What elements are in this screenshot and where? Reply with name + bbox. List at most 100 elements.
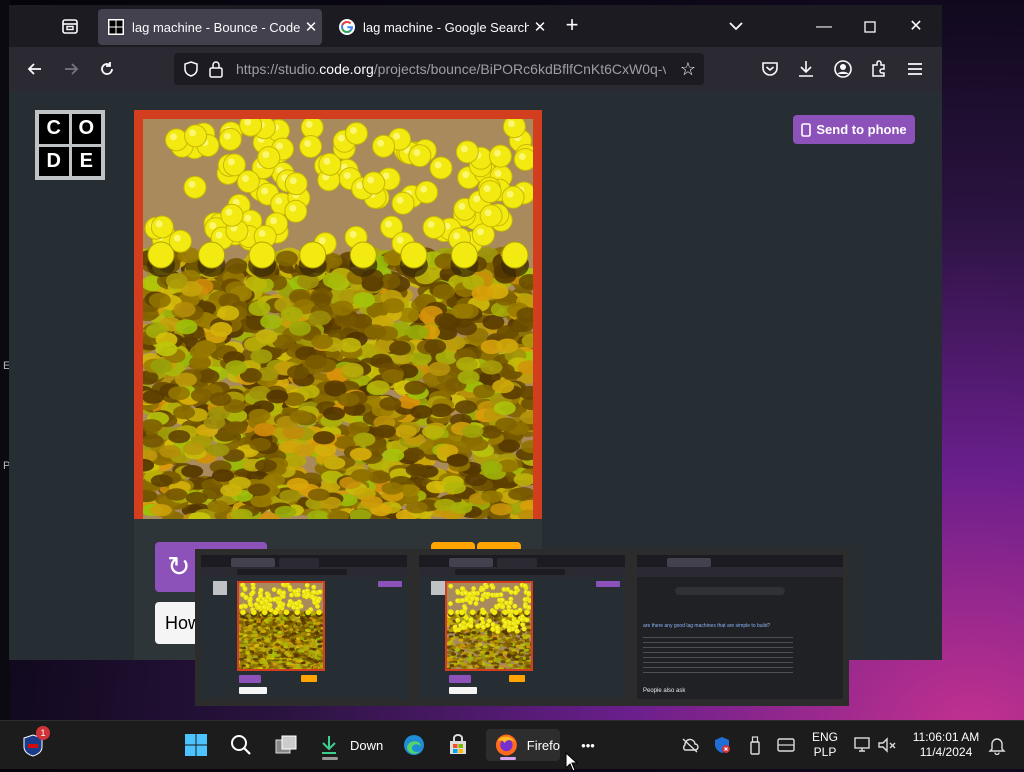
speaker-muted-icon [877,736,897,754]
back-button[interactable] [23,57,47,81]
game-canvas-frame [134,110,542,519]
send-to-phone-thumb [596,581,620,587]
back-arrow-icon [26,60,44,78]
download-icon [796,59,816,79]
firefox-view-button[interactable] [59,15,81,37]
taskbar: 1 Down Firefo ••• ENG PLP [0,720,1024,769]
start-button[interactable] [178,729,214,761]
maximize-icon [864,21,876,33]
new-tab-button[interactable]: + [561,15,583,37]
logo-letter: C [39,114,69,144]
language-code: ENG [808,730,842,745]
forward-arrow-icon [62,60,80,78]
codeorg-logo[interactable]: C O D E [35,110,105,180]
navigation-toolbar: https://studio.code.org/projects/bounce/… [9,47,942,91]
address-bar[interactable]: https://studio.code.org/projects/bounce/… [174,53,704,85]
window-preview-1[interactable] [201,555,407,699]
task-view-button[interactable] [268,729,304,761]
search-snippet-thumb [643,635,793,675]
download-arrow-icon [318,734,340,756]
orange-thumb [301,675,317,682]
phone-icon [801,123,811,137]
tracking-protection-shield-icon[interactable] [182,60,200,78]
maximize-button[interactable] [847,13,893,41]
tab-google-search[interactable]: lag machine - Google Search ✕ [329,9,551,45]
extensions-button[interactable] [869,57,893,81]
tab-bounce[interactable]: lag machine - Bounce - Code.or ✕ [98,9,322,45]
mouse-cursor-icon [565,752,579,772]
clock-date: 11/4/2024 [904,745,988,760]
edge-icon [402,733,426,757]
menu-button[interactable] [905,57,929,81]
taskbar-edge[interactable] [396,729,432,761]
how-thumb [449,687,477,694]
reload-button[interactable] [95,57,119,81]
notifications-button[interactable] [986,729,1008,761]
firefox-view-icon [59,15,81,37]
search-result-title-thumb: are there any good lag machines that are… [643,623,823,629]
close-tab-icon[interactable]: ✕ [300,18,322,36]
task-view-icon [274,733,298,757]
search-icon [229,733,253,757]
search-button[interactable] [224,729,258,761]
display-tray[interactable] [774,729,798,761]
keyboard-layout: PLP [808,745,842,760]
logo-letter: O [72,114,102,144]
clock[interactable]: 11:06:01 AM 11/4/2024 [904,730,988,760]
google-icon [339,19,355,35]
keyboard-icon [776,737,796,753]
chevron-down-icon [727,17,745,35]
window-preview-3[interactable]: are there any good lag machines that are… [637,555,843,699]
usb-icon [748,735,762,755]
pocket-button[interactable] [760,57,784,81]
codeorg-icon [108,19,124,35]
window-preview-2[interactable] [419,555,625,699]
lock-icon[interactable] [208,60,224,78]
security-tray[interactable] [710,729,734,761]
account-button[interactable] [833,57,857,81]
send-to-phone-button[interactable]: Send to phone [793,115,915,144]
taskbar-downloads-label: Down [350,738,383,753]
url-path: /projects/bounce/BiPORc6kdBflfCnKt6CxW0q… [374,61,666,77]
bookmark-star-icon[interactable]: ☆ [680,59,696,80]
taskbar-downloads[interactable]: Down [312,729,388,761]
close-window-button[interactable]: ✕ [893,13,939,41]
store-icon [446,733,470,757]
orange-thumb [509,675,525,682]
sync-off-tray[interactable] [678,729,702,761]
taskbar-firefox[interactable]: Firefo [486,729,560,761]
close-tab-icon[interactable]: ✕ [529,18,551,36]
forward-button[interactable] [59,57,83,81]
clock-time: 11:06:01 AM [904,730,988,745]
more-label: ••• [581,738,595,753]
reload-icon [98,60,116,78]
codeorg-logo-thumb [431,581,445,595]
account-icon [833,59,853,79]
logo-letter: D [39,147,69,177]
url-host: code.org [319,61,373,77]
nfl-widget-button[interactable]: 1 [20,729,50,761]
tab-title: lag machine - Bounce - Code.or [132,20,300,35]
volume-tray[interactable] [876,729,898,761]
url-text: https://studio.code.org/projects/bounce/… [236,61,666,77]
reset-thumb [239,675,261,683]
reset-thumb [449,675,471,683]
monitor-network-icon [853,736,873,754]
taskbar-store[interactable] [440,729,476,761]
pocket-icon [760,59,780,79]
input-language[interactable]: ENG PLP [808,730,842,760]
security-shield-icon [712,735,732,755]
downloads-button[interactable] [796,57,820,81]
people-also-ask-thumb: People also ask [643,688,685,694]
puzzle-icon [869,59,889,79]
how-thumb [239,687,267,694]
taskbar-window-previews: are there any good lag machines that are… [195,549,849,706]
list-all-tabs-button[interactable] [727,17,745,40]
network-tray[interactable] [852,729,874,761]
minimize-button[interactable]: — [801,13,847,41]
taskbar-firefox-label: Firefo [527,738,560,753]
send-to-phone-thumb [378,581,402,587]
game-canvas[interactable] [143,119,533,519]
usb-tray[interactable] [744,729,766,761]
codeorg-logo-thumb [213,581,227,595]
